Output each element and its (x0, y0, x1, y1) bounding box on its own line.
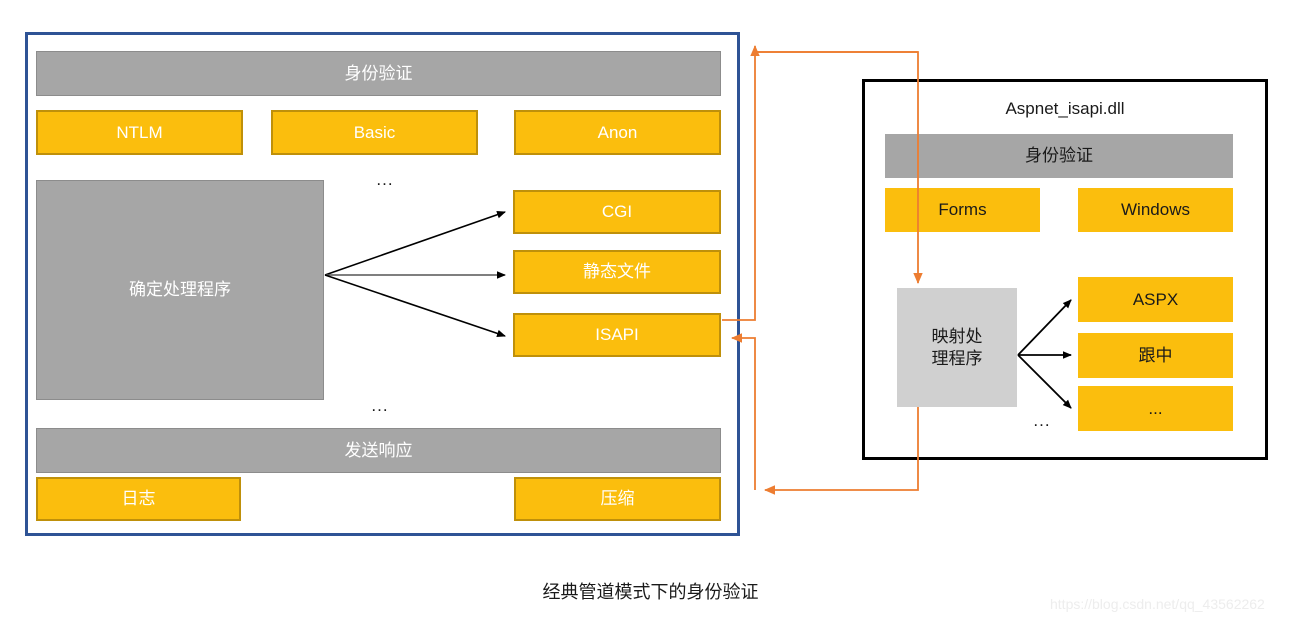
top-return-arrow (750, 45, 918, 56)
mapping-handler-line1: 映射处 (931, 327, 983, 347)
handler-target-cgi[interactable]: CGI (513, 190, 721, 234)
response-item-log[interactable]: 日志 (36, 477, 241, 521)
auth-method-windows[interactable]: Windows (1078, 188, 1233, 232)
ellipsis-after-handlers: ... (371, 396, 389, 415)
ellipsis-near-mapping: ... (1033, 411, 1051, 430)
left-auth-header: 身份验证 (36, 51, 721, 96)
watermark: https://blog.csdn.net/qq_43562262 (1050, 596, 1265, 612)
mapping-handler-box: 映射处 理程序 (897, 288, 1017, 407)
response-item-compression[interactable]: 压缩 (514, 477, 721, 521)
mapping-target-aspx[interactable]: ASPX (1078, 277, 1233, 322)
mapping-target-genzhong[interactable]: 跟中 (1078, 333, 1233, 378)
diagram-canvas: 身份验证 NTLM Basic Anon ... 确定处理程序 CGI 静态文件… (0, 0, 1301, 624)
handler-target-static-file[interactable]: 静态文件 (513, 250, 721, 294)
mapping-handler-line2: 理程序 (931, 348, 983, 368)
right-auth-header: 身份验证 (885, 134, 1233, 178)
auth-method-ntlm[interactable]: NTLM (36, 110, 243, 155)
determine-handler-box: 确定处理程序 (36, 180, 324, 400)
send-response-header: 发送响应 (36, 428, 721, 473)
auth-method-anon[interactable]: Anon (514, 110, 721, 155)
auth-method-forms[interactable]: Forms (885, 188, 1040, 232)
handler-target-isapi[interactable]: ISAPI (513, 313, 721, 357)
mapping-target-ellipsis[interactable]: ... (1078, 386, 1233, 431)
aspnet-isapi-title: Aspnet_isapi.dll (1005, 99, 1125, 118)
ellipsis-after-auth-methods: ... (376, 170, 394, 189)
auth-method-basic[interactable]: Basic (271, 110, 478, 155)
